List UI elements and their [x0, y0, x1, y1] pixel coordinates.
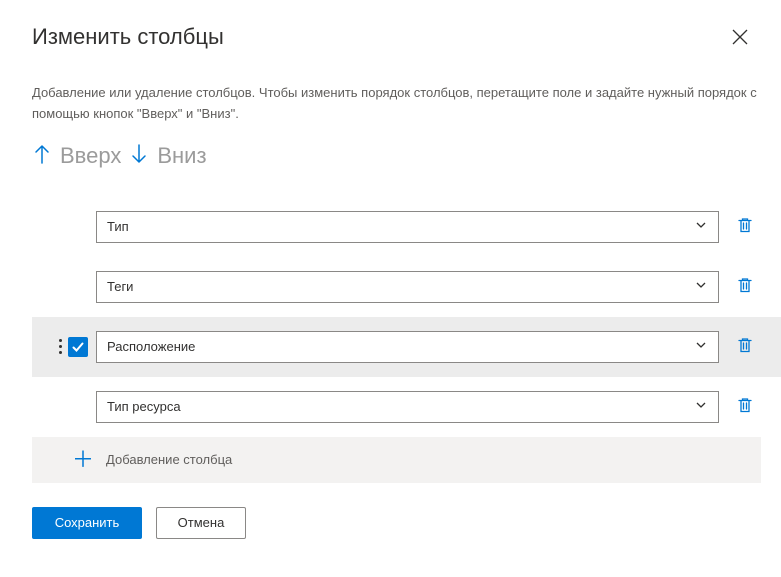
- arrow-up-icon: [32, 143, 52, 165]
- delete-column-button[interactable]: [729, 276, 761, 297]
- arrow-down-icon: [129, 143, 149, 165]
- trash-icon: [736, 336, 754, 357]
- column-select[interactable]: Расположение: [96, 331, 719, 363]
- delete-column-button[interactable]: [729, 396, 761, 417]
- delete-column-button[interactable]: [729, 216, 761, 237]
- chevron-down-icon: [694, 398, 708, 415]
- drag-handle-icon[interactable]: [59, 339, 62, 354]
- save-button[interactable]: Сохранить: [32, 507, 142, 539]
- column-select[interactable]: Тип: [96, 211, 719, 243]
- move-up-down-controls: Вверх Вниз: [32, 143, 781, 169]
- close-icon: [731, 28, 749, 46]
- trash-icon: [736, 216, 754, 237]
- add-column-label: Добавление столбца: [106, 452, 232, 467]
- move-up-label: Вверх: [60, 143, 121, 169]
- description-text: Добавление или удаление столбцов. Чтобы …: [32, 83, 781, 125]
- chevron-down-icon: [694, 278, 708, 295]
- column-select-value: Тип ресурса: [107, 399, 181, 414]
- column-select-value: Теги: [107, 279, 133, 294]
- delete-column-button[interactable]: [729, 336, 761, 357]
- row-leading: [32, 337, 96, 357]
- column-row: Расположение: [32, 317, 781, 377]
- trash-icon: [736, 396, 754, 417]
- add-column-button[interactable]: ＋ Добавление столбца: [32, 437, 761, 483]
- move-down-button[interactable]: [129, 143, 149, 168]
- column-row: Тип ресурса: [32, 377, 781, 437]
- page-title: Изменить столбцы: [32, 24, 224, 50]
- column-row: Теги: [32, 257, 781, 317]
- move-up-button[interactable]: [32, 143, 52, 168]
- column-select[interactable]: Теги: [96, 271, 719, 303]
- column-row: Тип: [32, 197, 781, 257]
- move-down-label: Вниз: [157, 143, 206, 169]
- column-select-value: Расположение: [107, 339, 195, 354]
- chevron-down-icon: [694, 218, 708, 235]
- column-select-value: Тип: [107, 219, 129, 234]
- column-select[interactable]: Тип ресурса: [96, 391, 719, 423]
- chevron-down-icon: [694, 338, 708, 355]
- trash-icon: [736, 276, 754, 297]
- column-list: Тип Теги Расположение Тип ресурса: [32, 197, 781, 437]
- close-button[interactable]: [727, 24, 753, 53]
- cancel-button[interactable]: Отмена: [156, 507, 246, 539]
- plus-icon: ＋: [72, 449, 94, 471]
- row-checkbox[interactable]: [68, 337, 88, 357]
